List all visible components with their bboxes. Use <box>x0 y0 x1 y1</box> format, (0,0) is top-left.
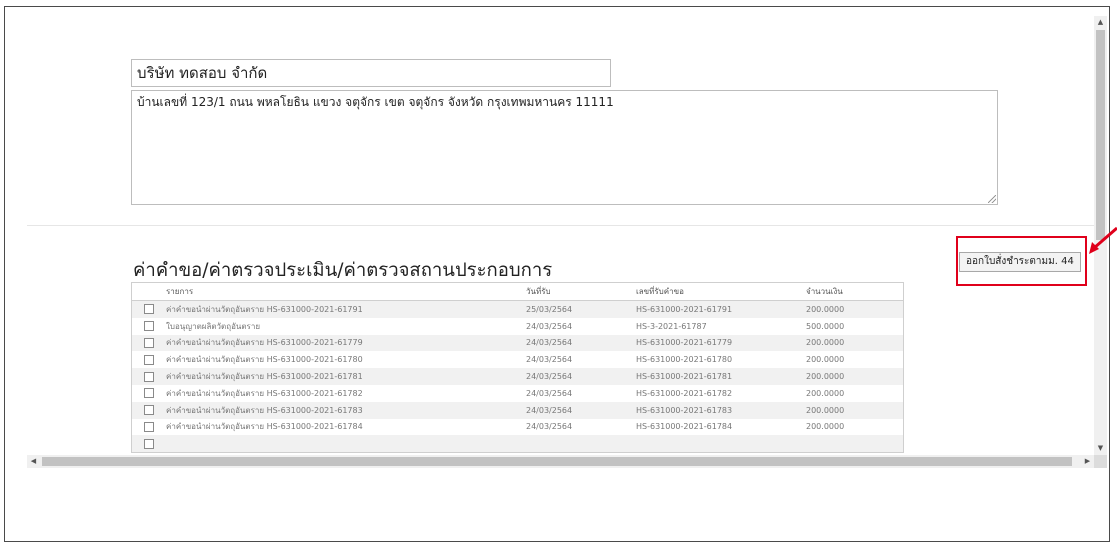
row-checkbox[interactable] <box>144 321 154 332</box>
row-request-no: HS-631000-2021-61782 <box>636 384 806 402</box>
row-request-no: HS-631000-2021-61780 <box>636 351 806 369</box>
address-text: บ้านเลขที่ 123/1 ถนน พหลโยธิน แขวง จตุจั… <box>137 95 614 109</box>
header-item: รายการ <box>166 283 526 301</box>
row-amount: 200.0000 <box>806 418 903 436</box>
address-textarea[interactable]: บ้านเลขที่ 123/1 ถนน พหลโยธิน แขวง จตุจั… <box>131 90 998 205</box>
row-item: ค่าคำขอนำผ่านวัตถุอันตราย HS-631000-2021… <box>166 300 526 318</box>
row-date: 24/03/2564 <box>526 334 636 352</box>
company-name-field[interactable]: บริษัท ทดสอบ จำกัด <box>131 59 611 87</box>
row-amount: 200.0000 <box>806 368 903 385</box>
section-divider <box>27 225 1094 226</box>
vertical-scrollbar[interactable]: ▲ ▼ <box>1094 16 1107 455</box>
row-date: 24/03/2564 <box>526 317 636 335</box>
row-checkbox[interactable] <box>144 438 154 449</box>
table-row[interactable]: ค่าคำขอนำผ่านวัตถุอันตราย HS-631000-2021… <box>132 351 903 369</box>
row-request-no: HS-631000-2021-61784 <box>636 418 806 436</box>
horizontal-scroll-thumb[interactable] <box>42 457 1072 466</box>
row-date: 24/03/2564 <box>526 384 636 402</box>
table-row[interactable]: ค่าคำขอนำผ่านวัตถุอันตราย HS-631000-2021… <box>132 418 903 436</box>
row-item: ใบอนุญาตผลิตวัตถุอันตราย <box>166 317 526 335</box>
table-row[interactable]: ใบอนุญาตผลิตวัตถุอันตราย 24/03/2564 HS-3… <box>132 317 903 335</box>
row-date: 24/03/2564 <box>526 351 636 369</box>
header-amount: จำนวนเงิน <box>806 283 903 301</box>
scroll-down-icon[interactable]: ▼ <box>1094 442 1107 455</box>
row-date: 24/03/2564 <box>526 401 636 419</box>
row-amount: 200.0000 <box>806 334 903 352</box>
row-amount: 500.0000 <box>806 317 903 335</box>
header-request-no: เลขที่รับคำขอ <box>636 283 806 301</box>
row-amount: 200.0000 <box>806 300 903 318</box>
row-request-no: HS-631000-2021-61779 <box>636 334 806 352</box>
scroll-up-icon[interactable]: ▲ <box>1094 16 1107 29</box>
resize-grip-icon[interactable] <box>988 195 996 203</box>
row-item: ค่าคำขอนำผ่านวัตถุอันตราย HS-631000-2021… <box>166 384 526 402</box>
row-item: ค่าคำขอนำผ่านวัตถุอันตราย HS-631000-2021… <box>166 334 526 352</box>
row-item: ค่าคำขอนำผ่านวัตถุอันตราย HS-631000-2021… <box>166 351 526 369</box>
table-row[interactable]: ค่าคำขอนำผ่านวัตถุอันตราย HS-631000-2021… <box>132 334 903 352</box>
row-request-no: HS-631000-2021-61781 <box>636 368 806 385</box>
row-item: ค่าคำขอนำผ่านวัตถุอันตราย HS-631000-2021… <box>166 418 526 436</box>
row-request-no: HS-3-2021-61787 <box>636 317 806 335</box>
row-item: ค่าคำขอนำผ่านวัตถุอันตราย HS-631000-2021… <box>166 368 526 385</box>
row-amount: 200.0000 <box>806 384 903 402</box>
row-checkbox[interactable] <box>144 388 154 399</box>
highlight-box <box>956 236 1087 286</box>
row-amount: 200.0000 <box>806 351 903 369</box>
row-checkbox[interactable] <box>144 371 154 382</box>
fees-table: รายการ วันที่รับ เลขที่รับคำขอ จำนวนเงิน… <box>131 282 904 454</box>
table-header-row: รายการ วันที่รับ เลขที่รับคำขอ จำนวนเงิน <box>132 283 903 301</box>
header-date: วันที่รับ <box>526 283 636 301</box>
row-checkbox[interactable] <box>144 337 154 348</box>
page-viewport: บริษัท ทดสอบ จำกัด บ้านเลขที่ 123/1 ถนน … <box>27 16 1094 455</box>
vertical-scroll-thumb[interactable] <box>1096 30 1105 240</box>
table-row[interactable]: ค่าคำขอนำผ่านวัตถุอันตราย HS-631000-2021… <box>132 384 903 402</box>
row-checkbox[interactable] <box>144 421 154 432</box>
row-checkbox[interactable] <box>144 304 154 315</box>
row-date: 24/03/2564 <box>526 418 636 436</box>
table-row[interactable]: ค่าคำขอนำผ่านวัตถุอันตราย HS-631000-2021… <box>132 401 903 419</box>
scroll-right-icon[interactable]: ▶ <box>1081 455 1094 468</box>
section-title: ค่าคำขอ/ค่าตรวจประเมิน/ค่าตรวจสถานประกอบ… <box>133 260 553 281</box>
table-row[interactable]: ค่าคำขอนำผ่านวัตถุอันตราย HS-631000-2021… <box>132 300 903 318</box>
row-date: 25/03/2564 <box>526 300 636 318</box>
scrollbar-corner <box>1094 455 1107 468</box>
row-item: ค่าคำขอนำผ่านวัตถุอันตราย HS-631000-2021… <box>166 401 526 419</box>
horizontal-scrollbar[interactable]: ◀ ▶ <box>27 455 1094 468</box>
table-row[interactable]: ค่าคำขอนำผ่านวัตถุอันตราย HS-631000-2021… <box>132 368 903 385</box>
row-checkbox[interactable] <box>144 405 154 416</box>
row-request-no: HS-631000-2021-61791 <box>636 300 806 318</box>
row-amount: 200.0000 <box>806 401 903 419</box>
header-checkbox-column <box>132 283 166 301</box>
row-request-no: HS-631000-2021-61783 <box>636 401 806 419</box>
table-row-partial[interactable] <box>132 435 903 453</box>
row-checkbox[interactable] <box>144 354 154 365</box>
scroll-left-icon[interactable]: ◀ <box>27 455 40 468</box>
row-date: 24/03/2564 <box>526 368 636 385</box>
